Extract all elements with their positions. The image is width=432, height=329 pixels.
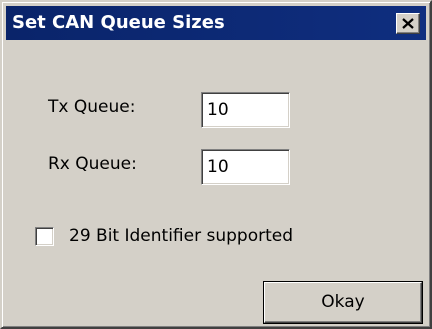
rx-queue-label: Rx Queue: bbox=[48, 154, 137, 174]
rx-queue-input[interactable] bbox=[206, 154, 285, 180]
tx-queue-label: Tx Queue: bbox=[48, 97, 136, 117]
29-bit-identifier-checkbox[interactable] bbox=[35, 227, 54, 246]
close-button[interactable] bbox=[396, 13, 420, 34]
tx-queue-input[interactable] bbox=[206, 97, 285, 123]
tx-queue-field[interactable] bbox=[201, 92, 290, 128]
window-title: Set CAN Queue Sizes bbox=[12, 12, 225, 33]
title-bar[interactable]: Set CAN Queue Sizes bbox=[6, 6, 426, 40]
29-bit-identifier-label[interactable]: 29 Bit Identifier supported bbox=[69, 226, 293, 246]
rx-queue-field[interactable] bbox=[201, 149, 290, 185]
dialog-window: Set CAN Queue Sizes Tx Queue: Rx Queue: … bbox=[0, 0, 432, 329]
okay-button[interactable]: Okay bbox=[264, 282, 422, 323]
close-icon bbox=[402, 18, 414, 29]
